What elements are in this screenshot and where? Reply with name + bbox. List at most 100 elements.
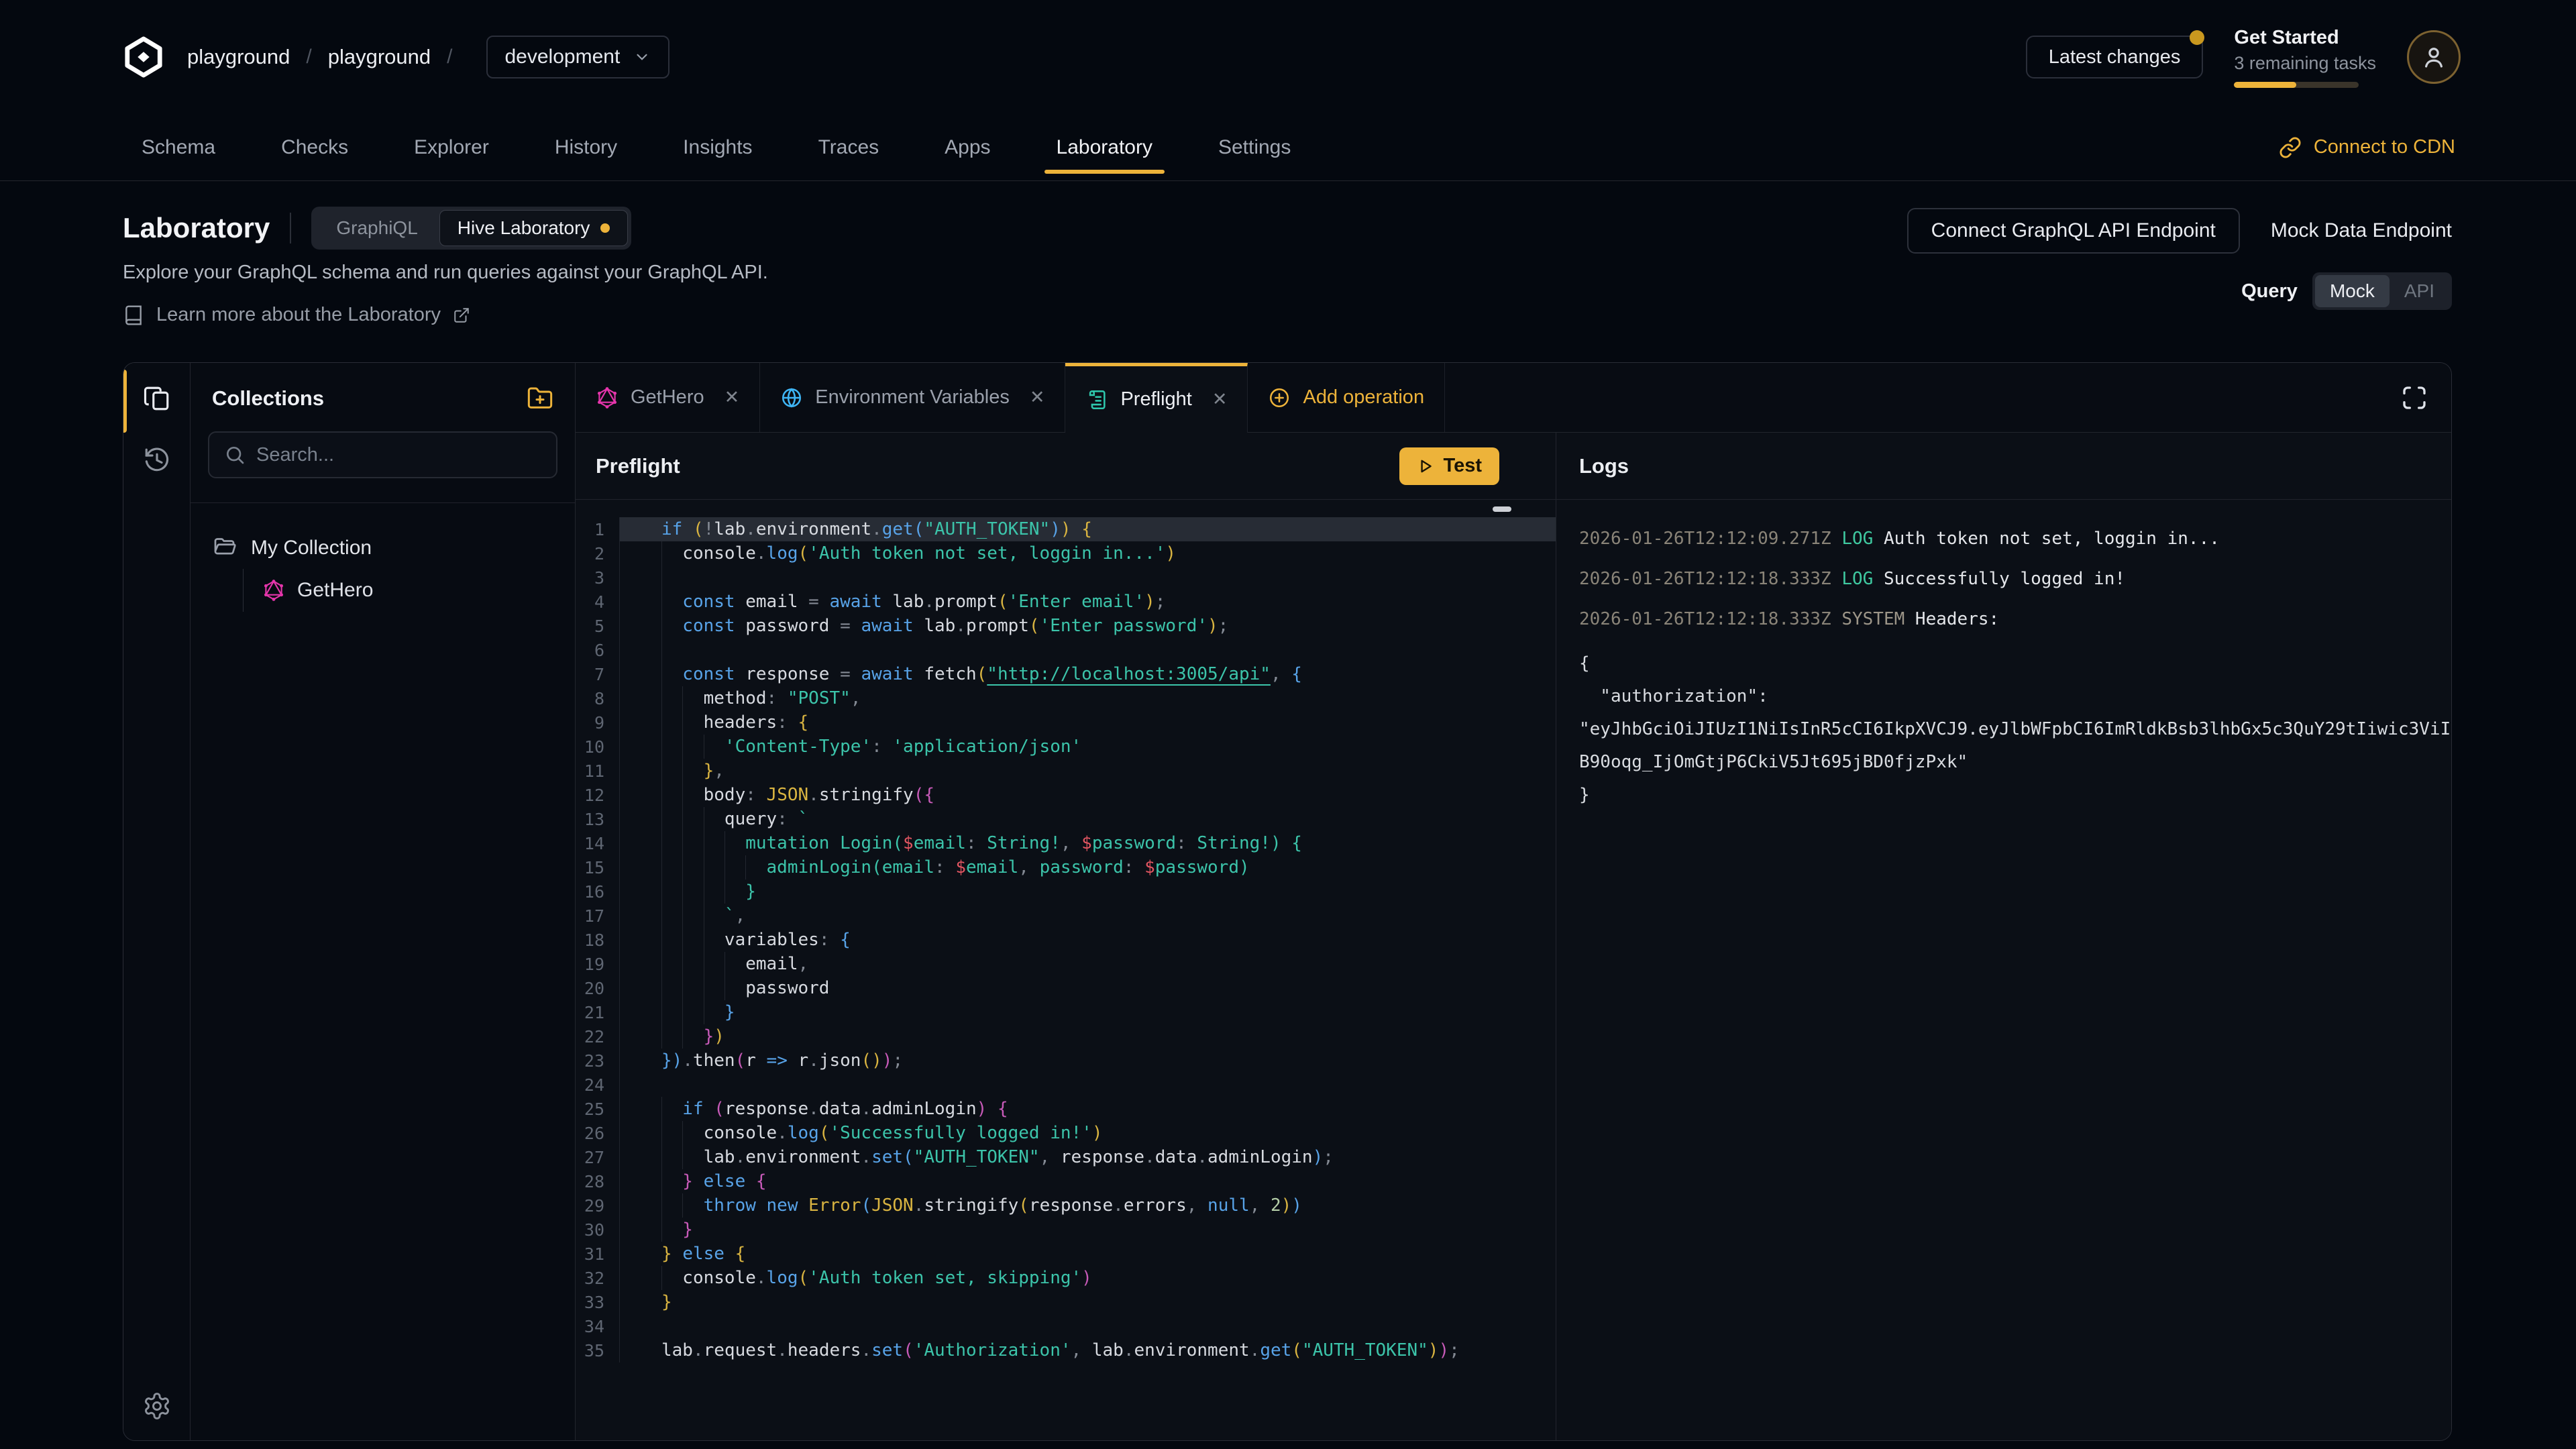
scrollbar-thumb[interactable] [1493,506,1511,512]
nav-item-insights[interactable]: Insights [679,114,756,180]
operation-tabbar: GetHero✕Environment Variables✕Preflight✕… [576,363,2451,433]
rail-history-button[interactable] [142,445,172,476]
collection-label: My Collection [251,537,372,559]
log-detail-line: } [1579,779,2451,812]
breadcrumb-org[interactable]: playground [187,45,290,69]
project-nav: Schema Checks Explorer History Insights Trace… [0,114,2576,181]
indent-guide [661,1218,662,1242]
tab-environment-variables[interactable]: Environment Variables✕ [760,363,1065,432]
indent-guide [661,1121,662,1145]
get-started-widget[interactable]: Get Started 3 remaining tasks [2234,27,2376,88]
latest-changes-button[interactable]: Latest changes [2026,36,2204,78]
breadcrumb-separator: / [306,46,311,68]
collection-item[interactable]: My Collection [191,527,575,569]
code-line-8: 8 method: "POST", [576,686,1556,710]
nav-item-traces[interactable]: Traces [814,114,883,180]
test-button[interactable]: Test [1399,447,1499,485]
environment-select[interactable]: development [486,36,670,78]
tab-gethero[interactable]: GetHero✕ [576,363,760,432]
code-line-13: 13 query: ` [576,807,1556,831]
nav-item-laboratory[interactable]: Laboratory [1053,114,1157,180]
main-panel: GetHero✕Environment Variables✕Preflight✕… [576,363,2451,1440]
indent-guide [682,976,683,1000]
line-number: 34 [576,1314,620,1338]
code-line-5: 5 const password = await lab.prompt('Ent… [576,614,1556,638]
line-number: 20 [576,976,620,1000]
notification-dot [2190,30,2204,45]
fullscreen-button[interactable] [2377,363,2451,432]
indent-guide [661,855,662,879]
indent-guide [682,807,683,831]
operation-item-gethero[interactable]: GetHero [262,569,575,612]
code-line-15: 15 adminLogin(email: $email, password: $… [576,855,1556,879]
logs-output[interactable]: 2026-01-26T12:12:09.271Z LOG Auth token … [1556,500,2451,1440]
nav-item-apps[interactable]: Apps [941,114,994,180]
tabbar-spacer [1445,363,2377,432]
line-number: 9 [576,710,620,735]
connect-endpoint-button[interactable]: Connect GraphQL API Endpoint [1907,208,2240,254]
line-number: 28 [576,1169,620,1193]
laboratory-workbench: Collections My Collection [123,362,2452,1441]
tab-add-operation[interactable]: Add operation [1248,363,1445,432]
log-level: SYSTEM [1841,609,1915,629]
test-button-label: Test [1444,455,1482,477]
breadcrumb-project[interactable]: playground [328,45,431,69]
connect-to-cdn-label: Connect to CDN [2314,136,2455,158]
hive-logo[interactable] [123,36,164,78]
indent-guide [682,928,683,952]
close-icon[interactable]: ✕ [1212,389,1228,410]
code-line-29: 29 throw new Error(JSON.stringify(respon… [576,1193,1556,1218]
indent-guide [661,1145,662,1169]
nav-item-schema[interactable]: Schema [138,114,219,180]
indent-guide [682,710,683,735]
nav-item-explorer[interactable]: Explorer [410,114,493,180]
line-number: 27 [576,1145,620,1169]
indent-guide [661,638,662,662]
code-line-31: 31} else { [576,1242,1556,1266]
indent-guide [682,759,683,783]
page-title: Laboratory [123,212,270,244]
indent-guide [682,1000,683,1024]
code-line-1: 1if (!lab.environment.get("AUTH_TOKEN"))… [576,517,1556,541]
code-line-25: 25 if (response.data.adminLogin) { [576,1097,1556,1121]
learn-more-link[interactable]: Learn more about the Laboratory [123,304,768,326]
indent-guide [682,952,683,976]
mode-option-graphiql[interactable]: GraphiQL [315,211,439,246]
close-icon[interactable]: ✕ [1030,387,1045,408]
search-input[interactable] [256,444,541,466]
app-header: playground / playground / development La… [0,0,2576,114]
history-icon [143,446,171,474]
query-option-mock[interactable]: Mock [2315,275,2390,307]
add-collection-button[interactable] [527,385,553,412]
nav-item-checks[interactable]: Checks [277,114,352,180]
laboratory-hero: Laboratory GraphiQL Hive Laboratory Expl… [0,181,2576,342]
workspace: Preflight Test 1if (!lab.environment.get… [576,433,2451,1440]
indent-guide [661,710,662,735]
nav-item-history[interactable]: History [551,114,621,180]
indent-guide [661,928,662,952]
tab-preflight[interactable]: Preflight✕ [1065,363,1248,433]
mode-option-hive-laboratory[interactable]: Hive Laboratory [439,210,629,246]
rail-settings-button[interactable] [142,1391,172,1421]
code-line-24: 24 [576,1073,1556,1097]
indent-guide [661,952,662,976]
rail-collections-button[interactable] [142,383,172,414]
log-detail-line: "authorization": [1579,680,2451,713]
line-number: 19 [576,952,620,976]
line-number: 10 [576,735,620,759]
query-option-api[interactable]: API [2390,275,2449,307]
code-editor[interactable]: 1if (!lab.environment.get("AUTH_TOKEN"))… [576,500,1556,1440]
line-number: 24 [576,1073,620,1097]
close-icon[interactable]: ✕ [724,387,740,408]
line-number: 30 [576,1218,620,1242]
logs-title: Logs [1579,454,1629,478]
line-number: 23 [576,1049,620,1073]
nav-item-settings[interactable]: Settings [1214,114,1295,180]
line-number: 7 [576,662,620,686]
line-number: 8 [576,686,620,710]
avatar[interactable] [2407,30,2461,84]
mock-endpoint-button[interactable]: Mock Data Endpoint [2271,219,2452,242]
code-line-7: 7 const response = await fetch("http://l… [576,662,1556,686]
connect-to-cdn-link[interactable]: Connect to CDN [2279,114,2455,180]
operation-label: GetHero [297,579,373,602]
